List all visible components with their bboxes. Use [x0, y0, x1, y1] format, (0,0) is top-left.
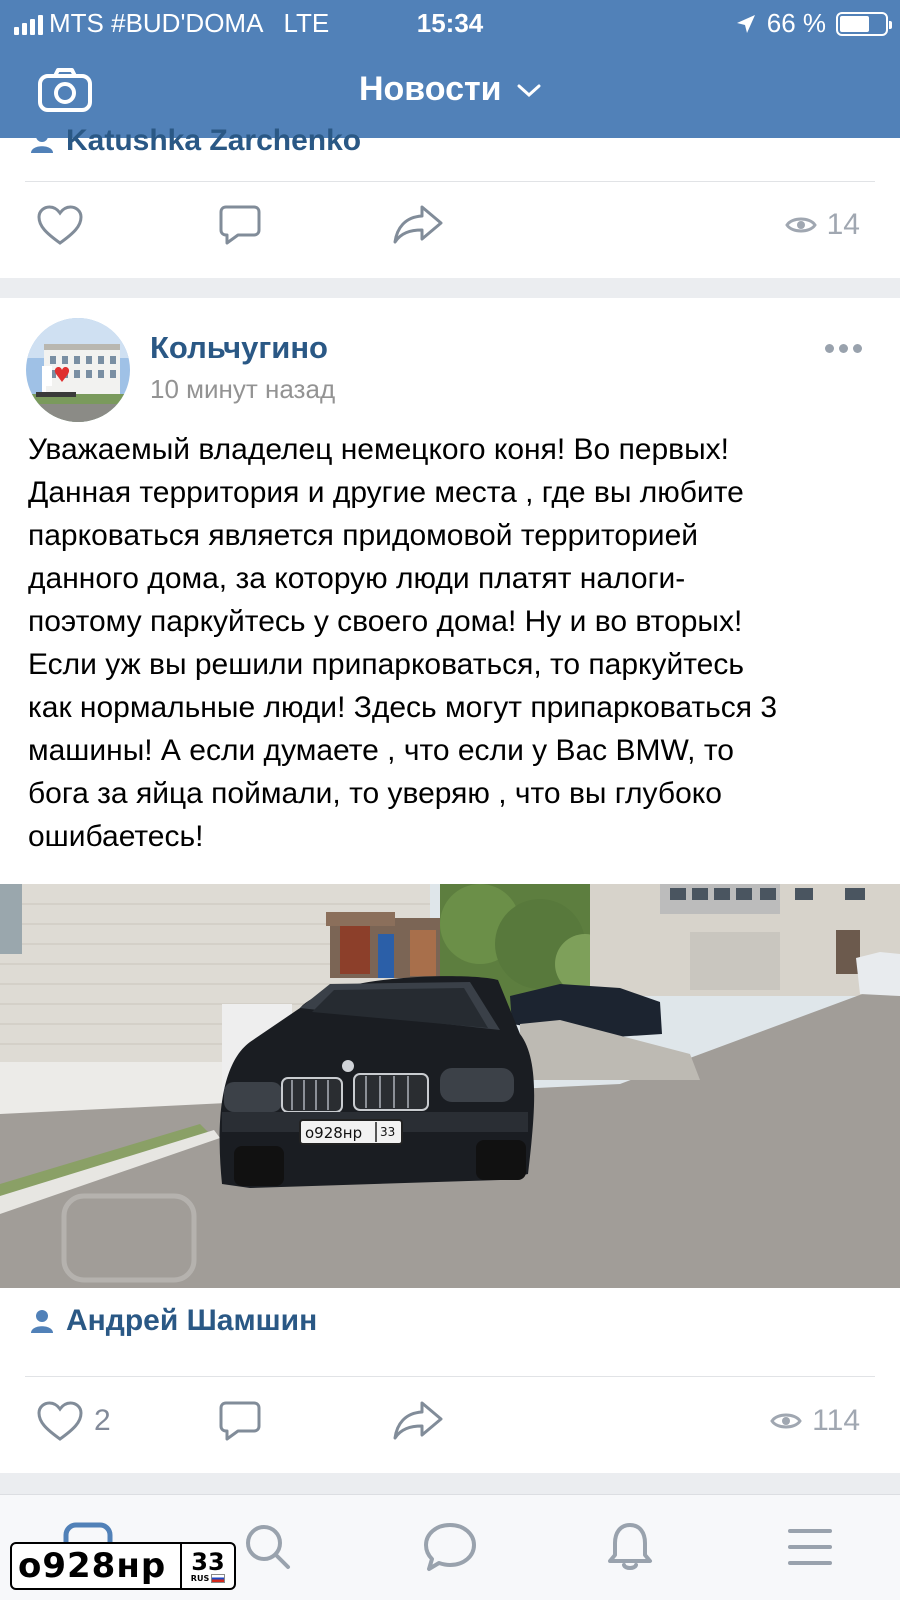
- plate-number: о928нр: [12, 1544, 182, 1588]
- share-button[interactable]: [392, 204, 444, 246]
- post-timestamp: 10 минут назад: [150, 374, 336, 404]
- plate-country: RUS: [190, 1573, 210, 1583]
- divider: [25, 1376, 875, 1377]
- location-arrow-icon: [736, 14, 755, 33]
- status-bar: MTS #BUD'DOMA LTE 15:34 66 %: [0, 8, 900, 38]
- post-author[interactable]: Katushka Zarchenko: [30, 124, 361, 158]
- tab-search[interactable]: [238, 1517, 298, 1577]
- battery-icon: [836, 11, 892, 36]
- views-counter: 14: [784, 208, 860, 242]
- share-icon: [393, 205, 443, 244]
- user-icon: [31, 130, 53, 153]
- user-icon: [31, 1310, 53, 1333]
- tab-messages[interactable]: [420, 1517, 480, 1577]
- messages-tab-icon: [424, 1523, 476, 1571]
- previous-post-card: Katushka Zarchenko 14: [0, 124, 900, 278]
- comment-icon: [219, 1401, 261, 1441]
- post-actions: 14: [0, 194, 900, 258]
- author-name: Katushka Zarchenko: [66, 124, 362, 157]
- group-name[interactable]: Кольчугино: [150, 330, 328, 366]
- author-name: Андрей Шамшин: [66, 1304, 318, 1337]
- photo-plate-number: о928нр: [305, 1124, 362, 1142]
- battery-fill: [840, 15, 870, 32]
- app-header: MTS #BUD'DOMA LTE 15:34 66 % Новости: [0, 0, 900, 138]
- views-count: 114: [812, 1404, 860, 1437]
- share-icon: [393, 1401, 443, 1440]
- chevron-down-icon: [517, 84, 541, 98]
- russian-flag-icon: [211, 1573, 226, 1583]
- post-actions: 2 114: [0, 1390, 900, 1454]
- like-icon: [37, 1401, 83, 1441]
- menu-tab-icon: [788, 1529, 832, 1565]
- more-icon[interactable]: [825, 344, 862, 353]
- group-avatar[interactable]: [26, 318, 130, 422]
- license-plate-overlay: о928нр 33 RUS: [10, 1542, 236, 1590]
- tab-notifications[interactable]: [600, 1517, 660, 1577]
- share-button[interactable]: [392, 1400, 444, 1442]
- views-counter: 114: [770, 1404, 860, 1438]
- comment-button[interactable]: [218, 204, 262, 246]
- feed-selector[interactable]: Новости: [0, 70, 900, 109]
- tab-menu[interactable]: [780, 1517, 840, 1577]
- photo-plate-region: 33: [380, 1125, 395, 1139]
- comment-button[interactable]: [218, 1400, 262, 1442]
- eye-icon: [784, 217, 817, 233]
- like-button[interactable]: [36, 204, 84, 246]
- page-title: Новости: [358, 70, 502, 108]
- like-icon: [37, 205, 83, 245]
- post-photo[interactable]: о928нр 33: [0, 884, 900, 1288]
- post-author[interactable]: Андрей Шамшин: [30, 1304, 317, 1338]
- plate-region: 33: [191, 1547, 225, 1576]
- notifications-tab-icon: [608, 1523, 652, 1570]
- likes-count: 2: [94, 1404, 111, 1437]
- comment-icon: [219, 205, 261, 245]
- like-button[interactable]: 2: [36, 1400, 111, 1442]
- divider: [25, 181, 875, 182]
- views-count: 14: [826, 208, 860, 241]
- post-card: Кольчугино 10 минут назад Уважаемый влад…: [0, 298, 900, 1473]
- post-text: Уважаемый владелец немецкого коня! Во пе…: [28, 433, 778, 853]
- eye-icon: [770, 1413, 802, 1429]
- search-tab-icon: [246, 1525, 290, 1569]
- battery-percent: 66 %: [766, 8, 826, 38]
